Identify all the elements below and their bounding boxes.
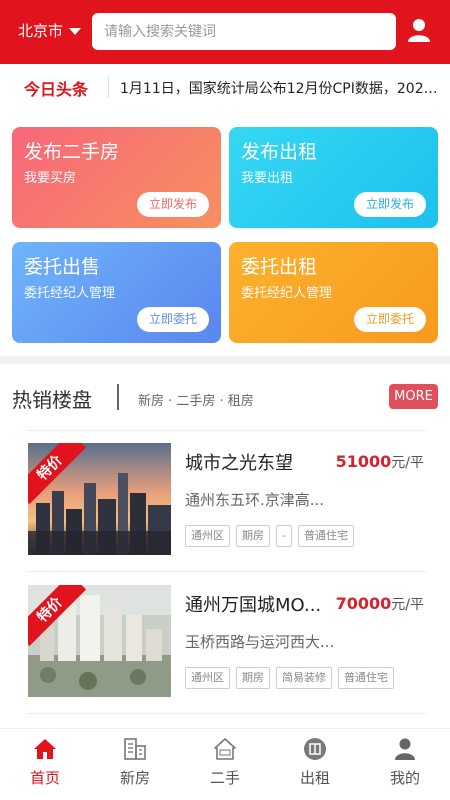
tab-secondhand[interactable]: 二手: [180, 729, 270, 800]
section-subtitle: 新房 · 二手房 · 租房: [138, 394, 254, 409]
listing-address: 玉桥西路与运河西大...: [185, 633, 335, 651]
tag-decoration: -: [276, 525, 292, 547]
list-divider: [28, 430, 426, 431]
price-value: 70000: [335, 594, 392, 613]
tag-type: 普通住宅: [338, 667, 394, 689]
search-box[interactable]: [92, 13, 396, 50]
app-screen: 北京市 今日头条 1月11日，国家统计局公布12月份CPI数据，2020... …: [0, 0, 450, 800]
tab-label: 二手: [209, 769, 240, 787]
listing-item[interactable]: 特价 通州万国城MO... 70000元/平 玉桥西路与运河西大... 通州区 …: [28, 585, 428, 697]
tab-label: 出租: [299, 769, 330, 787]
card-title: 委托出租: [241, 256, 318, 278]
rent-icon: [304, 738, 326, 760]
card-title: 发布出租: [241, 141, 318, 163]
card-subtitle: 我要买房: [24, 171, 77, 186]
listing-item[interactable]: 特价 城市之光东望 51000元/平 通州东五环.京津高... 通州区 期房 -…: [28, 443, 428, 555]
list-divider: [28, 571, 426, 572]
listing-tags: 通州区 期房 简易装修 普通住宅: [185, 667, 394, 689]
city-selector[interactable]: 北京市: [18, 20, 82, 41]
tab-label: 我的: [389, 769, 420, 787]
search-input[interactable]: [92, 13, 396, 50]
card-entrust-rent[interactable]: 委托出租 委托经纪人管理 立即委托: [229, 242, 438, 343]
listing-price: 70000元/平: [336, 594, 424, 614]
person-icon: [395, 738, 415, 760]
section-title: 热销楼盘: [12, 388, 92, 412]
bottom-tabbar: 首页 新房 二手 出租 我的: [0, 728, 450, 800]
title-divider: [117, 384, 119, 410]
tag-status: 期房: [236, 667, 270, 689]
listing-address: 通州东五环.京津高...: [185, 491, 325, 509]
price-unit: 元/平: [391, 455, 424, 471]
news-headline[interactable]: 1月11日，国家统计局公布12月份CPI数据，2020...: [120, 78, 442, 98]
listing-price: 51000元/平: [336, 452, 424, 472]
card-subtitle: 我要出租: [241, 171, 294, 186]
tag-district: 通州区: [185, 525, 230, 547]
listing-tags: 通州区 期房 - 普通住宅: [185, 525, 354, 547]
list-divider: [28, 713, 426, 714]
price-unit: 元/平: [391, 597, 424, 613]
tag-district: 通州区: [185, 667, 230, 689]
top-header: 北京市: [0, 0, 450, 64]
tab-mine[interactable]: 我的: [360, 729, 450, 800]
caret-down-icon: [69, 28, 82, 35]
home-icon: [34, 739, 56, 759]
tag-decoration: 简易装修: [276, 667, 332, 689]
news-ticker[interactable]: 今日头条 1月11日，国家统计局公布12月份CPI数据，2020...: [0, 64, 450, 110]
card-title: 发布二手房: [24, 141, 120, 163]
listing-title[interactable]: 通州万国城MO...: [185, 591, 330, 617]
tab-label: 新房: [119, 769, 150, 787]
section-divider: [0, 356, 450, 364]
tab-newhouse[interactable]: 新房: [90, 729, 180, 800]
news-divider: [108, 76, 109, 98]
tab-home[interactable]: 首页: [0, 729, 90, 800]
entrust-button[interactable]: 立即委托: [353, 307, 426, 332]
publish-button[interactable]: 立即发布: [353, 192, 426, 217]
price-value: 51000: [335, 452, 392, 471]
card-publish-rent[interactable]: 发布出租 我要出租 立即发布: [229, 127, 438, 228]
city-label: 北京市: [18, 22, 64, 40]
card-subtitle: 委托经纪人管理: [24, 286, 116, 301]
publish-button[interactable]: 立即发布: [136, 192, 209, 217]
listing-photo: 特价: [28, 443, 171, 555]
card-title: 委托出售: [24, 256, 101, 278]
listing-photo: 特价: [28, 585, 171, 697]
more-button[interactable]: MORE: [389, 384, 438, 409]
card-publish-secondhand[interactable]: 发布二手房 我要买房 立即发布: [12, 127, 221, 228]
card-subtitle: 委托经纪人管理: [241, 286, 333, 301]
tag-status: 期房: [236, 525, 270, 547]
entrust-button[interactable]: 立即委托: [136, 307, 209, 332]
house-sale-icon: [214, 738, 236, 760]
card-entrust-sale[interactable]: 委托出售 委托经纪人管理 立即委托: [12, 242, 221, 343]
listing-title[interactable]: 城市之光东望: [185, 449, 330, 475]
tab-rent[interactable]: 出租: [270, 729, 360, 800]
tag-type: 普通住宅: [297, 525, 354, 547]
tab-label: 首页: [29, 769, 60, 787]
building-icon: [124, 738, 146, 760]
news-label: 今日头条: [24, 80, 89, 99]
user-icon[interactable]: [408, 18, 430, 42]
